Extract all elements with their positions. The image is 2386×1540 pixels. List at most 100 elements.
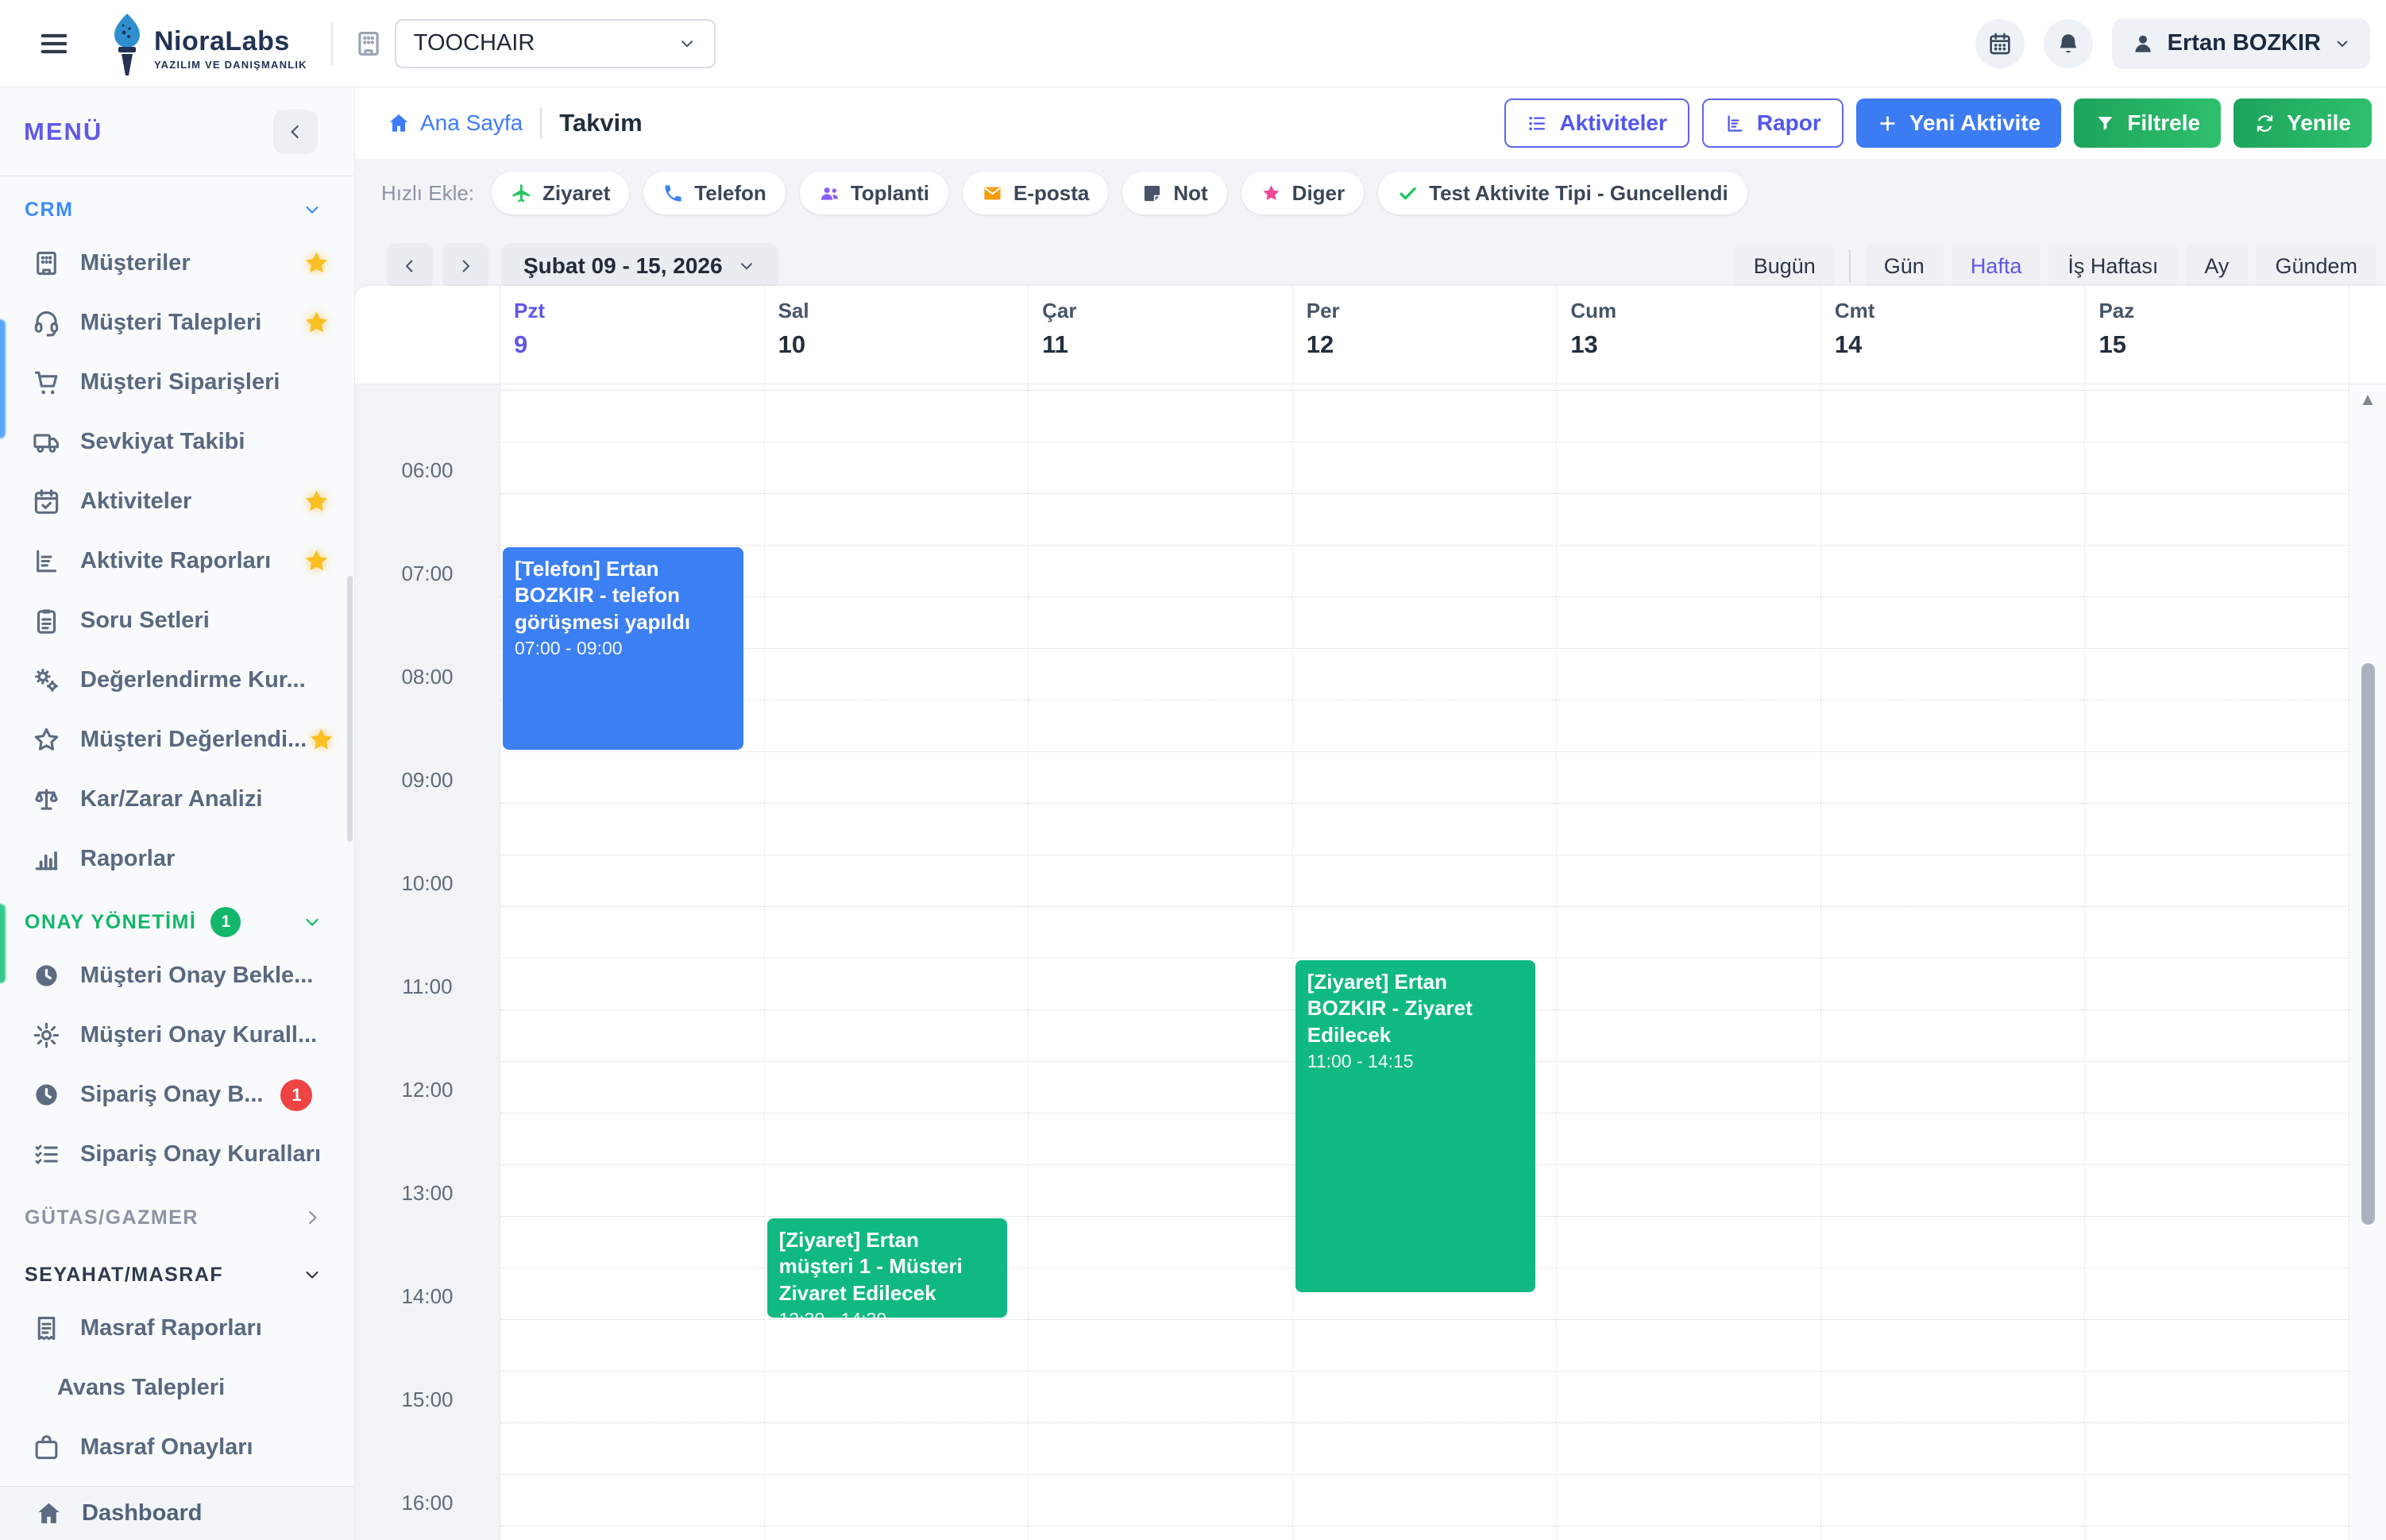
- time-slot[interactable]: [500, 1010, 764, 1062]
- day-header-cum[interactable]: Cum13: [1556, 286, 1820, 384]
- time-slot[interactable]: [1557, 1423, 1820, 1475]
- quick-add-chip[interactable]: Not: [1122, 172, 1226, 214]
- time-slot[interactable]: [1821, 1010, 2085, 1062]
- time-slot[interactable]: [1293, 391, 1557, 442]
- time-slot[interactable]: [1293, 649, 1557, 701]
- time-slot[interactable]: [1029, 1114, 1292, 1165]
- sidebar-item[interactable]: Avans Talepleri: [0, 1358, 354, 1418]
- time-slot[interactable]: [2085, 1010, 2349, 1062]
- time-slot[interactable]: [2085, 442, 2349, 494]
- sidebar-item-dashboard[interactable]: Dashboard: [0, 1486, 354, 1540]
- time-slot[interactable]: [1821, 1114, 2085, 1165]
- time-slot[interactable]: [1557, 855, 1820, 907]
- favorite-star-icon[interactable]: [307, 725, 336, 755]
- time-slot[interactable]: [1821, 391, 2085, 442]
- time-slot[interactable]: [1029, 391, 1292, 442]
- view-gün[interactable]: Gün: [1865, 245, 1944, 288]
- view-ay[interactable]: Ay: [2185, 245, 2248, 288]
- time-slot[interactable]: [1821, 1165, 2085, 1217]
- time-slot[interactable]: [1029, 1062, 1292, 1114]
- time-slot[interactable]: [1557, 494, 1820, 546]
- favorite-star-icon[interactable]: [302, 546, 331, 576]
- time-slot[interactable]: [1557, 1475, 1820, 1526]
- scroll-up-arrow[interactable]: ▲: [2349, 389, 2386, 410]
- notifications-button[interactable]: [2044, 19, 2093, 68]
- time-slot[interactable]: [765, 907, 1029, 959]
- time-slot[interactable]: [1029, 1268, 1292, 1320]
- time-slot[interactable]: [500, 1217, 764, 1268]
- sidebar-item[interactable]: Değerlendirme Kur...: [0, 650, 354, 710]
- time-slot[interactable]: [500, 855, 764, 907]
- time-slot[interactable]: [1821, 546, 2085, 597]
- time-slot[interactable]: [765, 494, 1029, 546]
- time-slot[interactable]: [1029, 546, 1292, 597]
- calendar-event[interactable]: [Telefon] Ertan BOZKIR - telefon görüşme…: [503, 547, 743, 750]
- time-slot[interactable]: [500, 1165, 764, 1217]
- time-slot[interactable]: [1029, 494, 1292, 546]
- view-hafta[interactable]: Hafta: [1952, 245, 2041, 288]
- time-slot[interactable]: [1293, 701, 1557, 752]
- time-slot[interactable]: [1821, 1268, 2085, 1320]
- time-slot[interactable]: [765, 804, 1029, 855]
- time-slot[interactable]: [2085, 1165, 2349, 1217]
- time-slot[interactable]: [500, 494, 764, 546]
- day-header-per[interactable]: Per12: [1292, 286, 1557, 384]
- filtrele-button[interactable]: Filtrele: [2074, 98, 2221, 148]
- day-header-cmt[interactable]: Cmt14: [1820, 286, 2085, 384]
- time-slot[interactable]: [1557, 959, 1820, 1010]
- day-header-çar[interactable]: Çar11: [1028, 286, 1292, 384]
- time-slot[interactable]: [1293, 442, 1557, 494]
- day-column-sal[interactable]: [Ziyaret] Ertan müşteri 1 - Müsteri Ziva…: [764, 384, 1029, 1540]
- time-slot[interactable]: [1293, 1423, 1557, 1475]
- view-bugün[interactable]: Bugün: [1735, 245, 1835, 288]
- quick-add-chip[interactable]: Diger: [1241, 172, 1364, 214]
- time-slot[interactable]: [765, 1475, 1029, 1526]
- time-slot[interactable]: [765, 1526, 1029, 1540]
- time-slot[interactable]: [1821, 1475, 2085, 1526]
- time-slot[interactable]: [1557, 1010, 1820, 1062]
- sidebar-item[interactable]: Aktiviteler: [0, 472, 354, 531]
- time-slot[interactable]: [1821, 1062, 2085, 1114]
- sidebar-section-header[interactable]: GÜTAS/GAZMER: [0, 1194, 354, 1241]
- sidebar-item[interactable]: Müşteri Talepleri: [0, 293, 354, 353]
- time-slot[interactable]: [1557, 1526, 1820, 1540]
- sidebar-item[interactable]: Müşteriler: [0, 234, 354, 293]
- sidebar-item[interactable]: Müşteri Değerlendi...: [0, 710, 354, 770]
- time-slot[interactable]: [500, 804, 764, 855]
- sidebar-item[interactable]: Masraf Onayları: [0, 1418, 354, 1477]
- time-slot[interactable]: [1821, 959, 2085, 1010]
- time-slot[interactable]: [1029, 1475, 1292, 1526]
- time-slot[interactable]: [765, 1423, 1029, 1475]
- time-slot[interactable]: [1029, 442, 1292, 494]
- time-slot[interactable]: [1029, 1423, 1292, 1475]
- time-slot[interactable]: [765, 1010, 1029, 1062]
- next-week-button[interactable]: [442, 243, 488, 289]
- day-column-paz[interactable]: [2084, 384, 2349, 1540]
- day-header-pzt[interactable]: Pzt9: [500, 286, 764, 384]
- time-slot[interactable]: [1821, 442, 2085, 494]
- day-column-çar[interactable]: [1028, 384, 1292, 1540]
- time-slot[interactable]: [2085, 1475, 2349, 1526]
- day-column-cum[interactable]: [1556, 384, 1820, 1540]
- time-slot[interactable]: [1293, 546, 1557, 597]
- user-menu[interactable]: Ertan BOZKIR: [2112, 18, 2370, 69]
- time-slot[interactable]: [1557, 907, 1820, 959]
- time-slot[interactable]: [2085, 1114, 2349, 1165]
- time-slot[interactable]: [1029, 649, 1292, 701]
- time-slot[interactable]: [1557, 701, 1820, 752]
- hamburger-menu-button[interactable]: [33, 23, 75, 64]
- time-slot[interactable]: [765, 546, 1029, 597]
- aktiviteler-button[interactable]: Aktiviteler: [1504, 98, 1689, 148]
- time-slot[interactable]: [500, 752, 764, 804]
- time-slot[interactable]: [500, 1526, 764, 1540]
- time-slot[interactable]: [500, 1114, 764, 1165]
- day-column-cmt[interactable]: [1820, 384, 2085, 1540]
- time-slot[interactable]: [765, 1165, 1029, 1217]
- time-slot[interactable]: [2085, 597, 2349, 649]
- yenile-button[interactable]: Yenile: [2233, 98, 2372, 148]
- time-slot[interactable]: [2085, 1423, 2349, 1475]
- time-slot[interactable]: [1557, 1320, 1820, 1372]
- time-slot[interactable]: [2085, 1062, 2349, 1114]
- time-slot[interactable]: [1029, 804, 1292, 855]
- rapor-button[interactable]: Rapor: [1702, 98, 1844, 148]
